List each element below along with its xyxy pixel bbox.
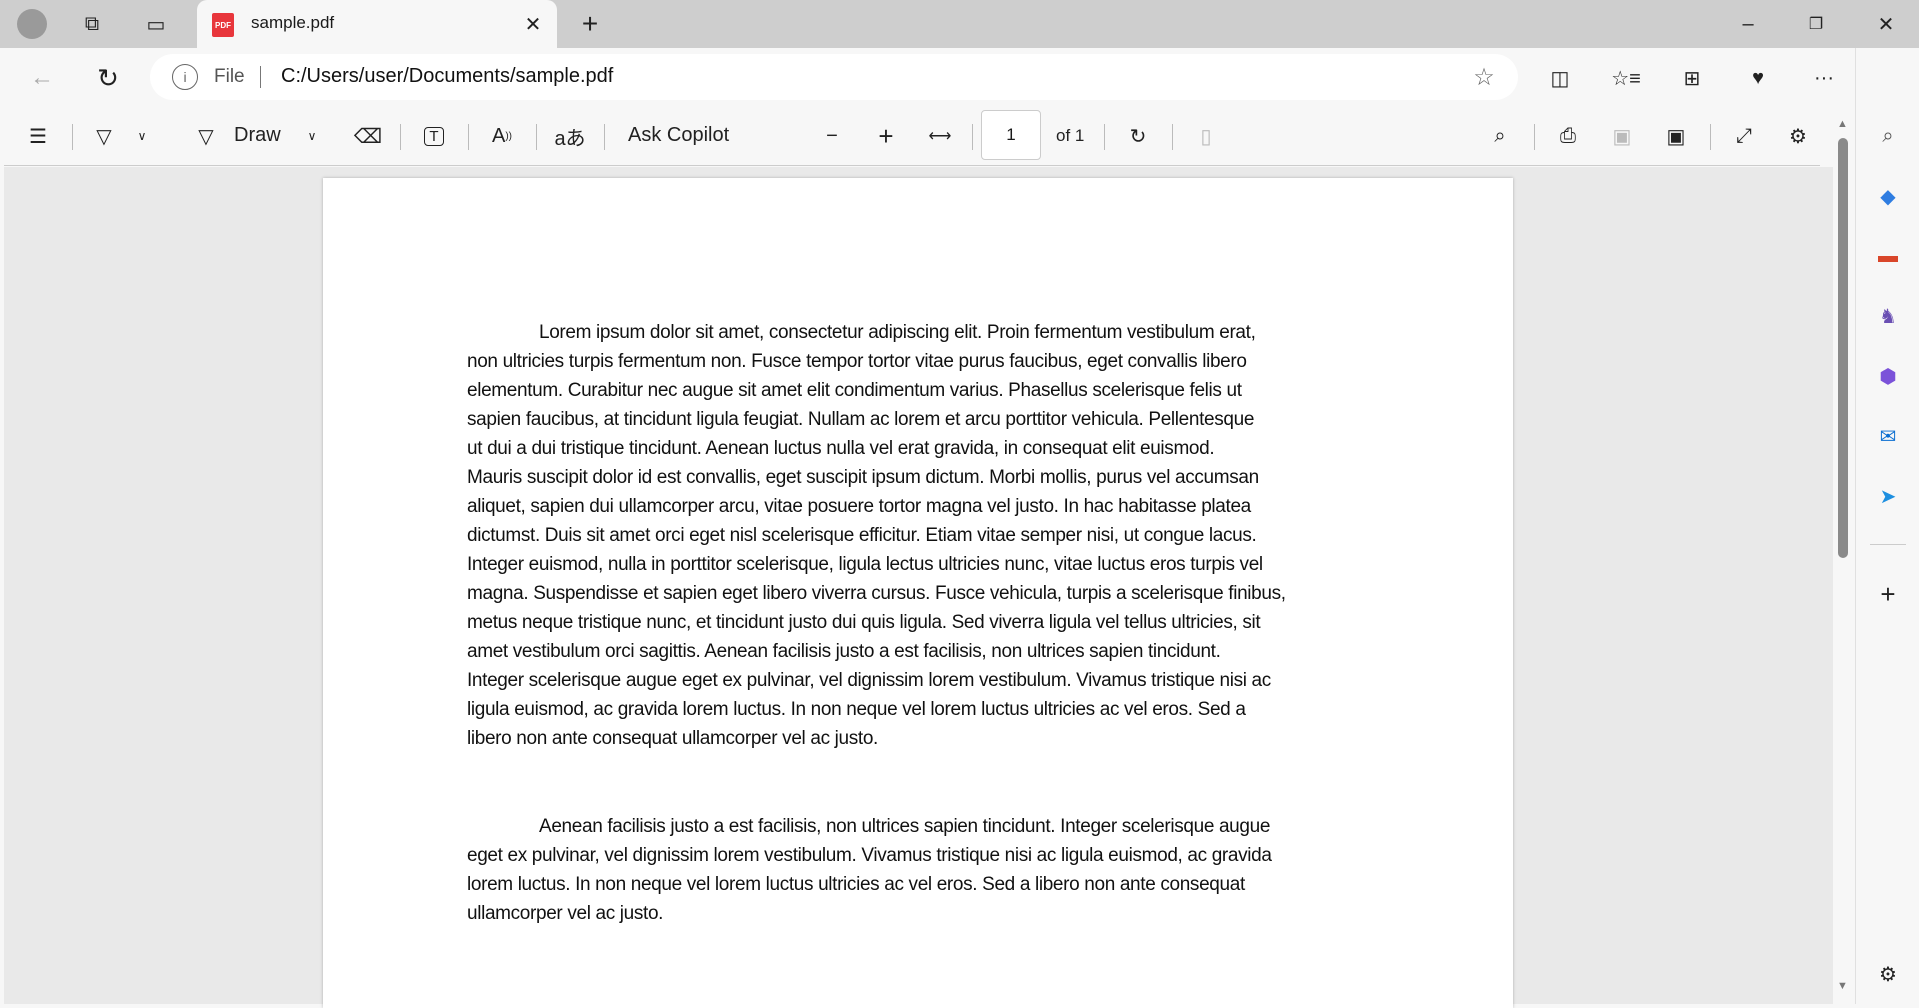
translate-icon[interactable]: aあ <box>552 118 588 154</box>
workspaces-icon[interactable]: ⧉ <box>74 6 110 42</box>
close-window-button[interactable]: ✕ <box>1866 4 1906 44</box>
scrollbar-thumb[interactable] <box>1838 138 1848 558</box>
favorites-icon[interactable]: ☆≡ <box>1606 58 1646 98</box>
save-icon[interactable]: ▣ <box>1604 118 1640 154</box>
search-icon[interactable]: ⌕ <box>1482 118 1518 154</box>
read-aloud-icon[interactable]: A)) <box>484 118 520 154</box>
divider <box>260 66 261 88</box>
tools-icon[interactable]: ▬ <box>1868 236 1908 276</box>
text-line: non ultricies turpis fermentum non. Fusc… <box>467 351 1247 372</box>
search-icon[interactable]: ⌕ <box>1868 116 1908 156</box>
divider <box>1870 544 1906 545</box>
tab-strip: ⧉ ▭ PDF sample.pdf ✕ + – ❐ ✕ <box>0 0 1919 48</box>
text-line: Integer scelerisque augue eget ex pulvin… <box>467 670 1271 691</box>
paragraph-2: Aenean facilisis justo a est facilisis, … <box>467 812 1272 928</box>
text-line: Lorem ipsum dolor sit amet, consectetur … <box>539 322 1256 343</box>
address-bar[interactable]: i File C:/Users/user/Documents/sample.pd… <box>150 54 1518 100</box>
profile-avatar[interactable] <box>14 6 50 42</box>
ask-copilot-button[interactable]: Ask Copilot <box>628 124 729 147</box>
vertical-tabs-icon[interactable]: ▭ <box>138 6 174 42</box>
add-sidebar-app-icon[interactable]: + <box>1868 574 1908 614</box>
text-line: Mauris suscipit dolor id est convallis, … <box>467 467 1259 488</box>
highlight-chevron-down-icon[interactable]: ∨ <box>132 118 152 154</box>
text-line: aliquet, sapien dui ullamcorper arcu, vi… <box>467 496 1251 517</box>
save-as-icon[interactable]: ▣ <box>1658 118 1694 154</box>
browser-essentials-icon[interactable]: ♥ <box>1738 58 1778 98</box>
divider <box>536 124 537 150</box>
pdf-viewer: Lorem ipsum dolor sit amet, consectetur … <box>4 167 1833 1008</box>
divider <box>72 124 73 150</box>
new-tab-button[interactable]: + <box>572 6 608 42</box>
scheme-label: File <box>214 66 245 87</box>
draw-button[interactable]: Draw <box>234 124 281 147</box>
close-tab-icon[interactable]: ✕ <box>517 8 549 40</box>
url-text[interactable]: C:/Users/user/Documents/sample.pdf <box>281 65 613 88</box>
divider <box>1104 124 1105 150</box>
eraser-icon[interactable]: ⌫ <box>350 118 386 154</box>
minimize-button[interactable]: – <box>1728 4 1768 44</box>
divider <box>972 124 973 150</box>
fullscreen-icon[interactable]: ⤢ <box>1726 118 1762 154</box>
text-line: Aenean facilisis justo a est facilisis, … <box>539 816 1271 837</box>
draw-chevron-down-icon[interactable]: ∨ <box>302 118 322 154</box>
text-line: dictumst. Duis sit amet orci eget nisl s… <box>467 525 1257 546</box>
send-icon[interactable]: ➤ <box>1868 476 1908 516</box>
split-screen-icon[interactable]: ◫ <box>1540 58 1580 98</box>
sidebar-settings-gear-icon[interactable]: ⚙ <box>1868 954 1908 994</box>
more-menu-icon[interactable]: ··· <box>1804 58 1844 98</box>
print-icon[interactable]: ⎙ <box>1550 118 1586 154</box>
tab-title: sample.pdf <box>251 13 335 32</box>
zoom-in-button[interactable]: + <box>868 118 904 154</box>
page-number-input[interactable]: 1 <box>981 110 1041 160</box>
favorite-star-icon[interactable]: ☆ <box>1466 59 1502 95</box>
text-line: ut dui a dui tristique tincidunt. Aenean… <box>467 438 1215 459</box>
divider <box>1172 124 1173 150</box>
divider <box>468 124 469 150</box>
tab-sample-pdf[interactable]: PDF sample.pdf ✕ <box>197 0 557 48</box>
text-line: ullamcorper vel ac justo. <box>467 903 664 924</box>
text-line: libero non ante consequat ullamcorper ve… <box>467 728 878 749</box>
edge-sidebar: ⌕ ◆ ▬ ♞ ⬢ ✉ ➤ + ⚙ <box>1855 48 1919 1004</box>
vertical-scrollbar[interactable]: ▲ ▼ <box>1833 110 1855 1004</box>
text-line: magna. Suspendisse et sapien eget libero… <box>467 583 1286 604</box>
text-line: amet vestibulum orci sagittis. Aenean fa… <box>467 641 1221 662</box>
refresh-button[interactable]: ↻ <box>88 58 128 98</box>
paragraph-1: Lorem ipsum dolor sit amet, consectetur … <box>467 318 1286 753</box>
back-button[interactable]: ← <box>22 58 62 98</box>
fit-to-width-icon[interactable]: ⟷ <box>922 118 958 154</box>
pdf-toolbar: ☰ ▽ ∨ ▽ Draw ∨ ⌫ T A)) aあ Ask Copilot − … <box>4 106 1820 166</box>
text-line: sapien faucibus, at tincidunt ligula feu… <box>467 409 1255 430</box>
text-line: metus neque tristique nunc, et tincidunt… <box>467 612 1261 633</box>
add-text-icon[interactable]: T <box>416 118 452 154</box>
pdf-file-icon: PDF <box>212 13 234 37</box>
page-view-icon[interactable]: ▯ <box>1188 118 1224 154</box>
text-line: lorem luctus. In non neque vel lorem luc… <box>467 874 1245 895</box>
scroll-down-arrow[interactable]: ▼ <box>1837 980 1848 992</box>
divider <box>604 124 605 150</box>
settings-gear-icon[interactable]: ⚙ <box>1780 118 1816 154</box>
divider <box>1534 124 1535 150</box>
text-line: eget ex pulvinar, vel dignissim lorem ve… <box>467 845 1272 866</box>
text-line: ligula euismod, ac gravida lorem luctus.… <box>467 699 1246 720</box>
shopping-tag-icon[interactable]: ◆ <box>1868 176 1908 216</box>
microsoft-365-icon[interactable]: ⬢ <box>1868 356 1908 396</box>
outlook-icon[interactable]: ✉ <box>1868 416 1908 456</box>
rotate-icon[interactable]: ↻ <box>1120 118 1156 154</box>
divider <box>1710 124 1711 150</box>
scroll-up-arrow[interactable]: ▲ <box>1837 118 1848 130</box>
pdf-page: Lorem ipsum dolor sit amet, consectetur … <box>323 178 1513 1008</box>
info-icon[interactable]: i <box>172 64 198 90</box>
zoom-out-button[interactable]: − <box>814 118 850 154</box>
table-of-contents-icon[interactable]: ☰ <box>20 118 56 154</box>
page-total: of 1 <box>1056 126 1085 145</box>
text-line: Integer euismod, nulla in porttitor scel… <box>467 554 1263 575</box>
restore-button[interactable]: ❐ <box>1796 4 1836 44</box>
games-icon[interactable]: ♞ <box>1868 296 1908 336</box>
collections-icon[interactable]: ⊞ <box>1672 58 1712 98</box>
highlight-icon[interactable]: ▽ <box>86 118 122 154</box>
text-line: elementum. Curabitur nec augue sit amet … <box>467 380 1242 401</box>
draw-icon[interactable]: ▽ <box>188 118 224 154</box>
divider <box>400 124 401 150</box>
